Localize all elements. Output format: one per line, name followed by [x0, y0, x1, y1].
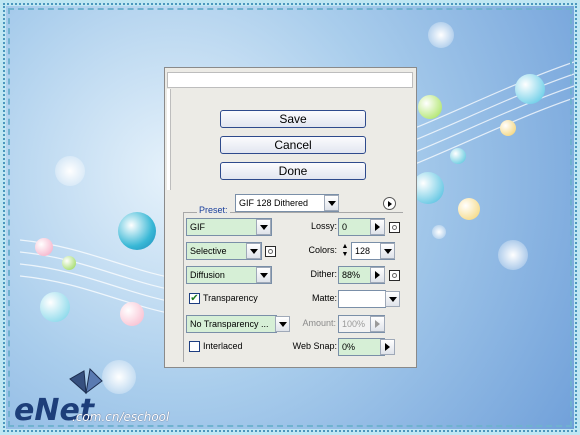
chevron-down-icon [249, 248, 258, 254]
websnap-input[interactable]: 0% [338, 338, 385, 356]
lossy-slider-button[interactable] [370, 219, 385, 235]
chevron-down-icon [327, 200, 336, 206]
bubble-decoration [40, 292, 70, 322]
cancel-button[interactable]: Cancel [220, 136, 366, 154]
bubble-decoration [102, 360, 136, 394]
bubble-decoration [515, 74, 545, 104]
save-button[interactable]: Save [220, 110, 366, 128]
panel-title-bar [167, 72, 413, 88]
optimization-settings: Preset: GIF 128 Dithered GIF Lossy: 0 Se… [183, 194, 413, 362]
format-dropdown-button[interactable] [256, 219, 271, 235]
preset-label: Preset: [197, 205, 230, 215]
chevron-down-icon [278, 321, 287, 327]
transparency-dither-dropdown-button[interactable] [275, 316, 290, 332]
bubble-decoration [450, 148, 466, 164]
chevron-right-icon [387, 200, 392, 207]
preset-dropdown-button[interactable] [324, 195, 339, 211]
transparency-checkbox[interactable]: ✔ [189, 293, 200, 304]
dither-algorithm-dropdown-button[interactable] [256, 267, 271, 283]
bubble-decoration [432, 225, 446, 239]
chevron-down-icon [259, 272, 268, 278]
bubble-decoration [62, 256, 76, 270]
bubble-decoration [118, 212, 156, 250]
interlaced-label: Interlaced [203, 341, 243, 351]
watermark-url: .com.cn/eschool [72, 410, 170, 424]
amount-label: Amount: [302, 318, 336, 328]
chevron-down-icon [259, 224, 268, 230]
divider [183, 212, 184, 362]
bubble-decoration [55, 156, 85, 186]
amount-slider-button[interactable] [370, 316, 385, 332]
chevron-right-icon [375, 223, 380, 231]
chevron-right-icon [375, 271, 380, 279]
bubble-decoration [418, 95, 442, 119]
save-for-web-panel: Save Cancel Done Preset: GIF 128 Dithere… [164, 67, 417, 368]
butterfly-icon [69, 367, 103, 395]
bubble-decoration [35, 238, 53, 256]
optimize-menu-button[interactable] [383, 197, 396, 210]
chevron-right-icon [385, 343, 390, 351]
lossy-label: Lossy: [310, 221, 337, 231]
bubble-decoration [120, 302, 144, 326]
dither-slider-button[interactable] [370, 267, 385, 283]
websnap-label: Web Snap: [292, 341, 337, 351]
colors-stepper[interactable]: ▲ ▼ [340, 243, 350, 259]
transparency-dither-select[interactable]: No Transparency ... [186, 315, 277, 333]
chevron-down-icon [383, 248, 392, 254]
websnap-slider-button[interactable] [380, 339, 395, 355]
bubble-decoration [428, 22, 454, 48]
chevron-right-icon [375, 320, 380, 328]
matte-select[interactable] [338, 290, 386, 308]
transparency-label: Transparency [203, 293, 258, 303]
done-button[interactable]: Done [220, 162, 366, 180]
chevron-down-icon [388, 296, 397, 302]
colors-label: Colors: [308, 245, 337, 255]
palette-dropdown-button[interactable] [246, 243, 261, 259]
checkmark-icon: ✔ [190, 293, 199, 304]
bubble-decoration [498, 240, 528, 270]
enet-watermark: eNet .com.cn/eschool [14, 367, 169, 428]
colors-dropdown-button[interactable] [380, 243, 395, 259]
palette-mask-icon[interactable] [265, 246, 276, 257]
dither-label: Dither: [310, 269, 337, 279]
bubble-decoration [458, 198, 480, 220]
dither-mask-icon[interactable] [389, 270, 400, 281]
bubble-decoration [500, 120, 516, 136]
panel-left-edge [167, 89, 171, 190]
matte-dropdown-button[interactable] [385, 291, 400, 307]
matte-label: Matte: [311, 293, 337, 303]
interlaced-checkbox[interactable] [189, 341, 200, 352]
lossy-mask-icon[interactable] [389, 222, 400, 233]
